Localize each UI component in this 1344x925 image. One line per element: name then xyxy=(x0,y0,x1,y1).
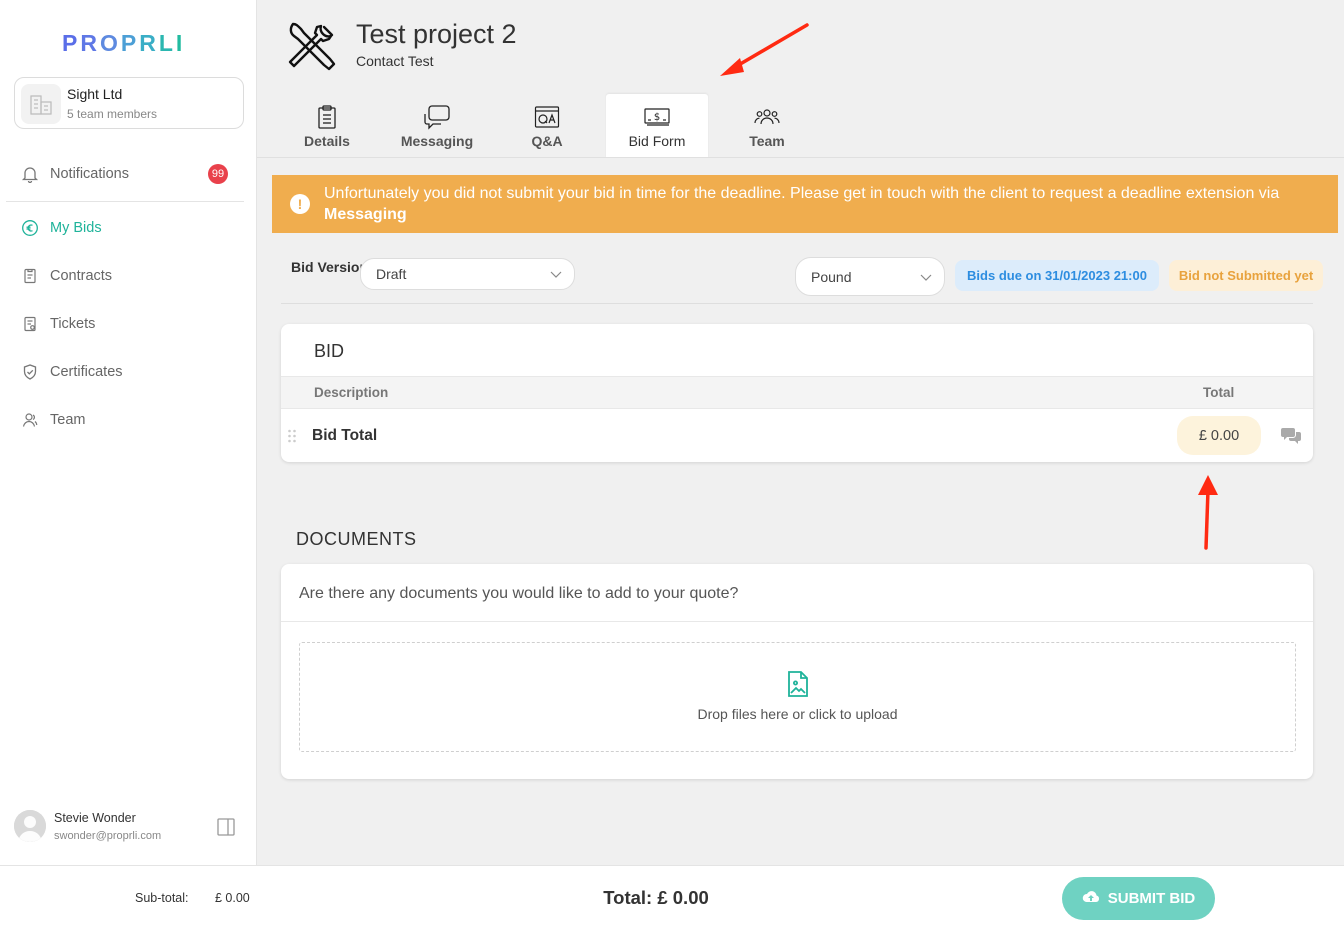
dropzone-text: Drop files here or click to upload xyxy=(697,706,898,722)
bell-icon xyxy=(20,164,40,184)
sidebar-item-label: Team xyxy=(50,412,86,428)
tab-label: Details xyxy=(304,133,350,149)
chat-bubbles-icon xyxy=(423,104,451,130)
bid-total-label: Bid Total xyxy=(312,427,378,444)
submit-bid-button[interactable]: SUBMIT BID xyxy=(1062,877,1215,920)
tools-icon xyxy=(285,20,339,74)
euro-icon xyxy=(20,218,40,238)
clipboard-icon xyxy=(316,104,338,130)
user-profile[interactable]: Stevie Wonder swonder@proprli.com xyxy=(14,810,244,846)
logo-letter: P xyxy=(62,30,81,56)
tab-label: Q&A xyxy=(531,133,563,149)
documents-question: Are there any documents you would like t… xyxy=(299,585,739,602)
file-dropzone[interactable]: Drop files here or click to upload xyxy=(299,642,1296,752)
bid-table-header: Description Total xyxy=(281,376,1313,409)
banknote-icon: $ xyxy=(643,104,671,130)
sidebar-item-notifications[interactable]: Notifications 99 xyxy=(20,162,238,186)
project-title: Test project 2 xyxy=(356,19,517,49)
avatar xyxy=(14,810,46,842)
shield-check-icon xyxy=(20,362,40,382)
logo-letter: R xyxy=(80,30,100,56)
tab-qa[interactable]: Q&A xyxy=(496,94,598,158)
submit-bid-label: SUBMIT BID xyxy=(1107,890,1196,907)
contract-icon xyxy=(20,266,40,286)
annotation-arrow-icon xyxy=(720,23,809,76)
documents-section-title: DOCUMENTS xyxy=(296,529,417,549)
tab-label: Bid Form xyxy=(628,133,686,149)
tab-label: Team xyxy=(749,133,785,149)
sidebar-item-tickets[interactable]: Tickets xyxy=(20,312,238,336)
status-badge: Bid not Submitted yet xyxy=(1169,260,1323,291)
drag-handle-icon[interactable] xyxy=(287,428,297,444)
sidebar-item-label: Certificates xyxy=(50,364,123,380)
warning-icon: ! xyxy=(290,194,310,214)
logo-letter: L xyxy=(158,30,176,56)
documents-card: Are there any documents you would like t… xyxy=(281,564,1313,779)
sidebar: PROPRLI Sight Ltd 5 team members Notific… xyxy=(0,0,257,865)
due-date-badge: Bids due on 31/01/2023 21:00 xyxy=(955,260,1159,291)
sidebar-item-label: Tickets xyxy=(50,316,96,332)
bid-total-amount[interactable]: £ 0.00 xyxy=(1177,416,1261,455)
sidebar-item-contracts[interactable]: Contracts xyxy=(20,264,238,288)
image-file-icon xyxy=(786,670,810,698)
chevron-down-icon xyxy=(920,269,932,285)
team-icon xyxy=(20,410,40,430)
comments-icon[interactable] xyxy=(1281,426,1301,444)
currency-value: Pound xyxy=(811,268,852,285)
tab-bid-form[interactable]: $ Bid Form xyxy=(606,94,708,158)
project-subtitle: Contact Test xyxy=(356,53,434,69)
annotation-arrow-icon xyxy=(1198,475,1218,550)
tab-messaging[interactable]: Messaging xyxy=(386,94,488,158)
column-header-total: Total xyxy=(1203,385,1235,400)
sidebar-item-label: Notifications xyxy=(50,166,129,182)
nav-divider xyxy=(6,201,244,202)
proprli-logo[interactable]: PROPRLI xyxy=(62,30,185,57)
qa-icon xyxy=(534,104,560,130)
sidebar-item-label: My Bids xyxy=(50,220,102,236)
notification-count-badge: 99 xyxy=(208,164,228,184)
company-members: 5 team members xyxy=(67,107,158,121)
user-name: Stevie Wonder xyxy=(54,811,136,825)
sidebar-collapse-icon[interactable] xyxy=(216,817,236,837)
header-divider xyxy=(257,157,1344,158)
company-switcher[interactable]: Sight Ltd 5 team members xyxy=(14,77,244,129)
tab-team[interactable]: Team xyxy=(716,94,818,158)
deadline-alert: ! Unfortunately you did not submit your … xyxy=(272,175,1338,233)
logo-letter: O xyxy=(99,30,121,56)
column-header-description: Description xyxy=(314,385,389,400)
sidebar-item-certificates[interactable]: Certificates xyxy=(20,360,238,384)
people-icon xyxy=(754,104,780,130)
chevron-down-icon xyxy=(550,266,562,282)
divider xyxy=(281,303,1313,304)
bid-section-title: BID xyxy=(314,341,345,361)
currency-select[interactable]: Pound xyxy=(795,257,945,296)
building-icon xyxy=(21,84,61,124)
sidebar-item-team[interactable]: Team xyxy=(20,408,238,432)
divider xyxy=(281,621,1313,622)
logo-letter: I xyxy=(175,30,186,56)
company-name: Sight Ltd xyxy=(67,86,123,102)
footer-bar: Sub-total: £ 0.00 Total: £ 0.00 SUBMIT B… xyxy=(0,865,1344,925)
bid-version-value: Draft xyxy=(376,266,407,282)
alert-text: Unfortunately you did not submit your bi… xyxy=(324,185,1280,202)
sidebar-item-my-bids[interactable]: My Bids xyxy=(20,216,238,240)
messaging-link[interactable]: Messaging xyxy=(324,206,407,223)
logo-letter: P xyxy=(120,30,140,56)
tab-details[interactable]: Details xyxy=(276,94,378,158)
user-email: swonder@proprli.com xyxy=(54,830,162,842)
logo-letter: R xyxy=(139,30,159,56)
cloud-upload-icon xyxy=(1082,890,1108,908)
bid-card: BID Description Total Bid Total £ 0.00 xyxy=(281,324,1313,462)
tab-label: Messaging xyxy=(400,133,474,149)
sidebar-item-label: Contracts xyxy=(50,268,113,284)
bid-version-select[interactable]: Draft xyxy=(360,258,575,290)
ticket-icon xyxy=(20,314,40,334)
svg-text:$: $ xyxy=(654,112,660,123)
